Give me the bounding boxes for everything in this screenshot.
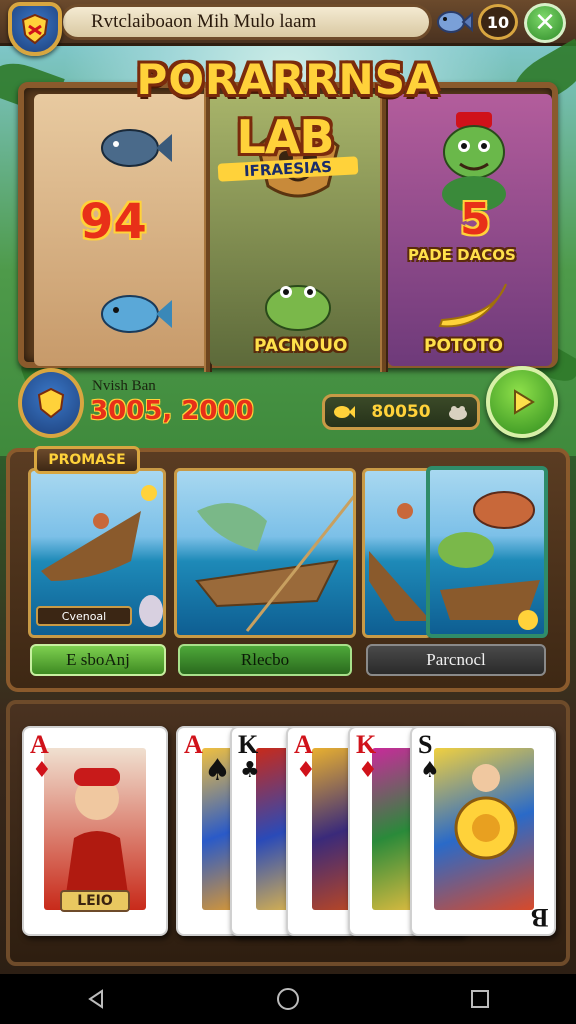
play-icon [514, 389, 535, 415]
close-button[interactable]: ✕ [524, 3, 566, 43]
system-nav-bar [0, 974, 576, 1024]
reel1-number: 94 [80, 194, 147, 250]
card-suit: ♠ [420, 758, 440, 783]
promo-card[interactable] [174, 468, 356, 638]
card-rank: A [294, 730, 313, 759]
promo-button-3[interactable]: Parcnocl [366, 644, 546, 676]
card-corner-rank: B [530, 903, 548, 932]
win-label: Nvish Ban [92, 378, 156, 394]
fish-icon [101, 129, 172, 167]
win-amount: 3005, 2000 [90, 396, 254, 426]
card-rank: S [418, 730, 433, 759]
shield-icon[interactable] [8, 2, 62, 56]
back-icon [88, 989, 103, 1009]
card-suit: ♣ [240, 758, 260, 783]
frog-icon [265, 285, 331, 331]
promo-button-1[interactable]: E sboAnj [30, 644, 166, 676]
fish-icon [101, 295, 172, 333]
home-button[interactable] [258, 974, 318, 1024]
reel3-number: 5 [460, 194, 491, 245]
reel-3: 5 PADE DACOS POTOTO [388, 94, 552, 366]
fish-icon [334, 406, 355, 418]
game-title: PORARRNSA [136, 54, 440, 104]
promo-card[interactable] [362, 468, 432, 638]
promo-button-2[interactable]: Rlecbo [178, 644, 352, 676]
card-rank: K [238, 730, 259, 759]
promo-mini-label: Cvenoal [36, 606, 132, 626]
recents-button[interactable] [450, 974, 510, 1024]
spin-button[interactable] [486, 366, 558, 438]
banana-icon [438, 283, 507, 328]
bet-value: 80050 [371, 402, 431, 422]
reel2-caption: PACNOUO [254, 336, 348, 356]
recents-icon [471, 990, 489, 1008]
coin-counter: 10 [478, 4, 518, 40]
home-icon [277, 988, 299, 1010]
fish-icon [434, 4, 474, 40]
promotions-tag: PROMASE [34, 446, 140, 474]
card-suit: ♦ [32, 758, 52, 783]
promo-card-selected[interactable] [426, 466, 548, 638]
card-suit: ♦ [296, 758, 316, 783]
card-suit: ♦ [358, 758, 378, 783]
close-icon: ✕ [534, 8, 556, 38]
frog-icon [449, 406, 467, 420]
bet-display[interactable]: 80050 [322, 394, 480, 430]
card-suit: ♠ [204, 753, 231, 788]
badge-icon [18, 368, 84, 438]
reel3-caption: POTOTO [424, 336, 504, 356]
card-rank: A [184, 730, 203, 759]
playing-card[interactable]: S ♠ B [410, 726, 556, 936]
reel3-label: PADE DACOS [408, 246, 516, 264]
page-title: Rvtclaiboaon Mih Mulo laam [60, 4, 432, 40]
reel2-title: LAB [236, 110, 335, 164]
card-rank: K [356, 730, 377, 759]
reel-1: 94 [34, 94, 214, 366]
card-name-label: LEIO [60, 890, 130, 912]
back-button[interactable] [66, 974, 126, 1024]
card-rank: A [30, 730, 49, 759]
